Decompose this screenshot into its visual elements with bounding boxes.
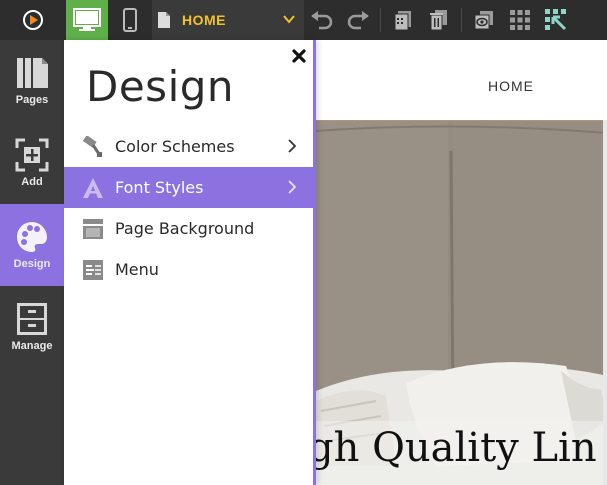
canvas-scroll-edge xyxy=(603,120,607,485)
sidebar-item-manage[interactable]: Manage xyxy=(0,286,64,368)
design-menu: Color Schemes Font Styles Page Backgroun… xyxy=(64,126,313,290)
pages-stack-button[interactable] xyxy=(385,0,421,40)
menu-item-page-background[interactable]: Page Background xyxy=(64,208,313,249)
chevron-right-icon xyxy=(288,180,297,194)
top-toolbar: HOME xyxy=(0,0,607,40)
redo-button[interactable] xyxy=(340,0,376,40)
trash-icon xyxy=(430,10,447,31)
menu-item-label: Page Background xyxy=(115,219,255,238)
exit-editor-icon xyxy=(545,9,567,31)
undo-icon xyxy=(311,11,333,30)
delete-page-button[interactable] xyxy=(421,0,457,40)
site-preview: HOME gh Quality Lin xyxy=(316,40,607,485)
add-icon xyxy=(15,138,49,172)
hero-image[interactable]: gh Quality Lin xyxy=(316,120,607,485)
left-sidebar: Pages Add Design Manage xyxy=(0,40,64,485)
sidebar-item-label: Manage xyxy=(11,340,53,352)
cabinet-icon xyxy=(17,303,47,335)
undo-button[interactable] xyxy=(304,0,340,40)
redo-icon xyxy=(347,11,369,30)
menu-icon xyxy=(82,259,104,281)
site-nav-home[interactable]: HOME xyxy=(488,78,534,94)
mobile-phone-icon xyxy=(123,8,137,32)
chevron-right-icon xyxy=(288,139,297,153)
brand-logo-icon[interactable] xyxy=(0,0,66,40)
hero-headline[interactable]: gh Quality Lin xyxy=(316,425,597,471)
chevron-down-icon xyxy=(283,15,295,24)
sidebar-item-label: Design xyxy=(13,258,51,270)
mobile-view-button[interactable] xyxy=(108,0,152,40)
page-doc-icon xyxy=(158,12,170,28)
sidebar-item-label: Add xyxy=(21,176,43,188)
sidebar-item-add[interactable]: Add xyxy=(0,122,64,204)
preview-button[interactable] xyxy=(466,0,502,40)
apps-button[interactable] xyxy=(502,0,538,40)
menu-item-label: Font Styles xyxy=(115,178,204,197)
font-a-icon xyxy=(82,177,104,199)
pages-icon xyxy=(17,58,48,88)
pages-stack-icon xyxy=(394,11,411,31)
paint-roller-icon xyxy=(82,135,104,158)
palette-icon xyxy=(17,222,47,252)
menu-item-menu[interactable]: Menu xyxy=(64,249,313,290)
menu-item-label: Menu xyxy=(115,260,159,279)
desktop-view-button[interactable] xyxy=(66,0,108,40)
design-panel: Design Color Schemes Font Styles Page Ba… xyxy=(64,40,316,485)
close-icon[interactable] xyxy=(289,46,309,66)
sidebar-item-label: Pages xyxy=(15,94,49,106)
background-icon xyxy=(82,218,104,240)
toolbar-divider xyxy=(380,8,381,32)
editor-window: HOME Pages Add Design Manage Design Colo… xyxy=(0,0,607,485)
page-selector[interactable]: HOME xyxy=(152,0,304,40)
menu-item-label: Color Schemes xyxy=(115,137,235,156)
menu-item-font-styles[interactable]: Font Styles xyxy=(64,167,313,208)
exit-editor-button[interactable] xyxy=(538,0,574,40)
menu-item-color-schemes[interactable]: Color Schemes xyxy=(64,126,313,167)
sidebar-item-design[interactable]: Design xyxy=(0,204,64,286)
toolbar-divider xyxy=(461,8,462,32)
preview-eye-icon xyxy=(474,11,493,30)
page-selector-label: HOME xyxy=(182,12,226,28)
apps-grid-icon xyxy=(510,10,530,30)
sidebar-item-pages[interactable]: Pages xyxy=(0,40,64,122)
panel-title: Design xyxy=(86,62,235,111)
desktop-monitor-icon xyxy=(73,8,101,31)
